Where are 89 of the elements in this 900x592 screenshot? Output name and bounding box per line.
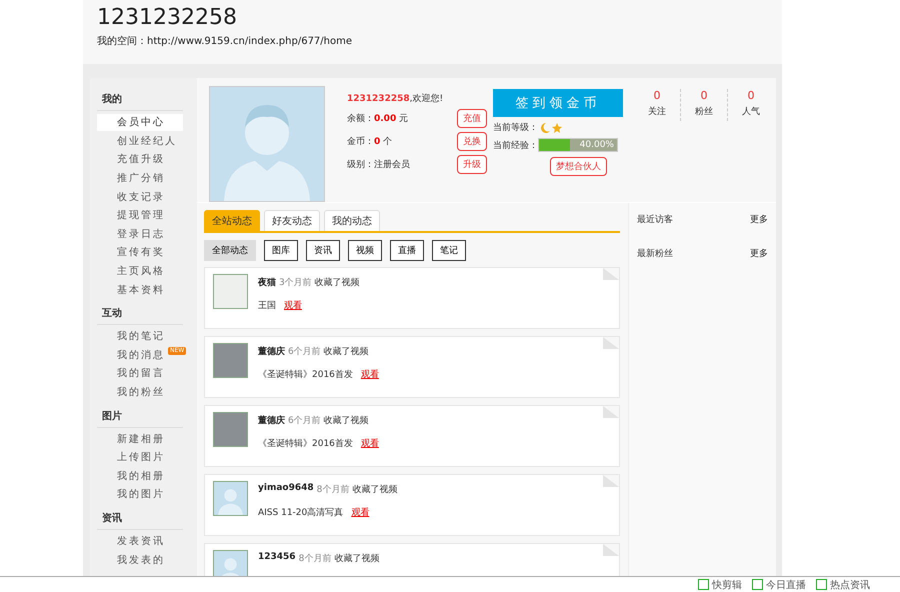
stat-label: 粉丝 bbox=[695, 106, 713, 118]
action-button[interactable]: 充值 bbox=[457, 109, 487, 128]
sidebar-item[interactable]: 上传图片 bbox=[97, 449, 167, 466]
photo-placeholder bbox=[213, 412, 248, 448]
video-title: AISS 11-20高清写真 bbox=[258, 506, 344, 520]
filter-button[interactable]: 视频 bbox=[348, 240, 382, 262]
filter-button[interactable]: 图库 bbox=[264, 240, 298, 262]
sidebar-item[interactable]: 收支记录 bbox=[97, 188, 167, 206]
sidebar-item[interactable]: 会员中心 bbox=[97, 114, 183, 132]
more-link[interactable]: 更多 bbox=[750, 213, 768, 248]
time-ago: 6个月前 bbox=[288, 346, 321, 358]
panel-title: 最新粉丝 bbox=[637, 248, 673, 262]
stat-count: 0 bbox=[654, 89, 660, 102]
time-ago: 8个月前 bbox=[298, 552, 332, 566]
user-name[interactable]: 123456 bbox=[258, 552, 296, 566]
sidebar-item[interactable]: 主页风格 bbox=[97, 263, 167, 280]
section-title: 图片 bbox=[97, 402, 183, 428]
sidebar-item[interactable]: 新建相册 bbox=[97, 430, 167, 448]
video-title: 《圣诞特辑》2016首发 bbox=[258, 368, 353, 382]
time-ago: 8个月前 bbox=[316, 484, 350, 496]
space-url[interactable]: 我的空间：http://www.9159.cn/index.php/677/home bbox=[97, 34, 352, 48]
watch-link[interactable]: 观看 bbox=[351, 506, 370, 520]
avatar-silhouette-icon bbox=[213, 481, 248, 516]
bottom-bar-item[interactable]: 快剪辑 bbox=[698, 577, 742, 592]
video-title: 王国 bbox=[258, 300, 276, 312]
sketch-avatar-placeholder bbox=[213, 274, 248, 310]
sidebar-item[interactable]: 我发表的 bbox=[97, 552, 167, 569]
activity-action: 收藏了视频 bbox=[314, 276, 360, 290]
sidebar-item[interactable]: 充值升级 bbox=[97, 151, 167, 168]
stat-count: 0 bbox=[700, 89, 708, 102]
feed-tab[interactable]: 我的动态 bbox=[324, 210, 380, 232]
activity-action: 收藏了视频 bbox=[352, 484, 398, 496]
user-id-title: 1231232258 bbox=[97, 5, 237, 30]
exp-percent: 40.00% bbox=[580, 139, 614, 152]
feed-tab[interactable]: 好友动态 bbox=[264, 210, 320, 232]
sidebar-item[interactable]: 发表资讯 bbox=[97, 532, 167, 550]
avatar-silhouette-icon bbox=[209, 86, 325, 202]
avatar-silhouette-icon bbox=[213, 550, 248, 576]
panel-title: 最近访客 bbox=[637, 214, 673, 228]
user-name[interactable]: 董德庆 bbox=[258, 345, 285, 358]
stat-label: 关注 bbox=[648, 106, 666, 118]
sidebar-item[interactable]: 我的笔记 bbox=[97, 328, 167, 346]
activity-action: 收藏了视频 bbox=[324, 346, 369, 358]
filter-button[interactable]: 资讯 bbox=[306, 240, 340, 262]
filter-button[interactable]: 全部动态 bbox=[204, 240, 256, 262]
filter-button[interactable]: 笔记 bbox=[432, 240, 466, 262]
bottom-bar-item[interactable]: 今日直播 bbox=[752, 577, 806, 592]
sidebar-item[interactable]: 我的留言 bbox=[97, 365, 167, 382]
watch-link[interactable]: 观看 bbox=[360, 368, 379, 382]
stat-count: 0 bbox=[748, 89, 754, 102]
section-title: 我的 bbox=[97, 86, 183, 112]
account-field: 金币：0 个 bbox=[347, 135, 392, 148]
bottom-bar-item[interactable]: 热点资讯 bbox=[816, 577, 870, 592]
action-button[interactable]: 升级 bbox=[457, 155, 487, 174]
moon-star-icon bbox=[539, 122, 563, 134]
sidebar-item[interactable]: 我的消息 bbox=[97, 346, 167, 364]
activity-action: 收藏了视频 bbox=[324, 414, 369, 428]
sidebar-item[interactable]: 宣传有奖 bbox=[97, 244, 167, 262]
action-button[interactable]: 兑换 bbox=[457, 132, 487, 152]
sidebar-item[interactable]: 创业经纪人 bbox=[97, 132, 179, 150]
sidebar-item[interactable]: 我的相册 bbox=[97, 468, 167, 485]
filter-button[interactable]: 直播 bbox=[390, 240, 424, 262]
user-name[interactable]: 夜猫 bbox=[258, 276, 276, 290]
welcome-text: 1231232258,欢迎您! bbox=[347, 92, 444, 106]
section-title: 资讯 bbox=[97, 504, 183, 530]
more-link[interactable]: 更多 bbox=[750, 247, 768, 282]
watch-link[interactable]: 观看 bbox=[284, 299, 302, 312]
sidebar-item[interactable]: 我的图片 bbox=[97, 486, 167, 504]
sidebar-item[interactable]: 我的粉丝 bbox=[97, 384, 167, 401]
level-label: 当前等级： bbox=[493, 122, 538, 134]
account-field: 级别：注册会员 bbox=[347, 158, 410, 172]
photo-placeholder bbox=[213, 343, 248, 378]
sidebar-item[interactable]: 登录日志 bbox=[97, 226, 167, 243]
section-title: 互动 bbox=[97, 300, 183, 326]
sidebar-item[interactable]: 提现管理 bbox=[97, 207, 167, 224]
account-field: 余额：0.00 元 bbox=[347, 112, 408, 126]
sidebar-item[interactable]: 基本资料 bbox=[97, 282, 167, 299]
video-title: 《圣诞特辑》2016首发 bbox=[258, 438, 353, 450]
stat-label: 人气 bbox=[742, 106, 760, 118]
exp-label: 当前经验： bbox=[493, 140, 538, 152]
user-name[interactable]: 董德庆 bbox=[258, 414, 285, 428]
sidebar-item[interactable]: 推广分销 bbox=[97, 170, 167, 188]
activity-action: 收藏了视频 bbox=[334, 552, 380, 566]
feed-tab[interactable]: 全站动态 bbox=[204, 210, 260, 232]
time-ago: 3个月前 bbox=[279, 276, 312, 290]
user-name[interactable]: yimao9648 bbox=[258, 483, 314, 496]
watch-link[interactable]: 观看 bbox=[360, 437, 379, 450]
time-ago: 6个月前 bbox=[288, 414, 321, 428]
partner-button[interactable]: 梦想合伙人 bbox=[550, 157, 607, 176]
